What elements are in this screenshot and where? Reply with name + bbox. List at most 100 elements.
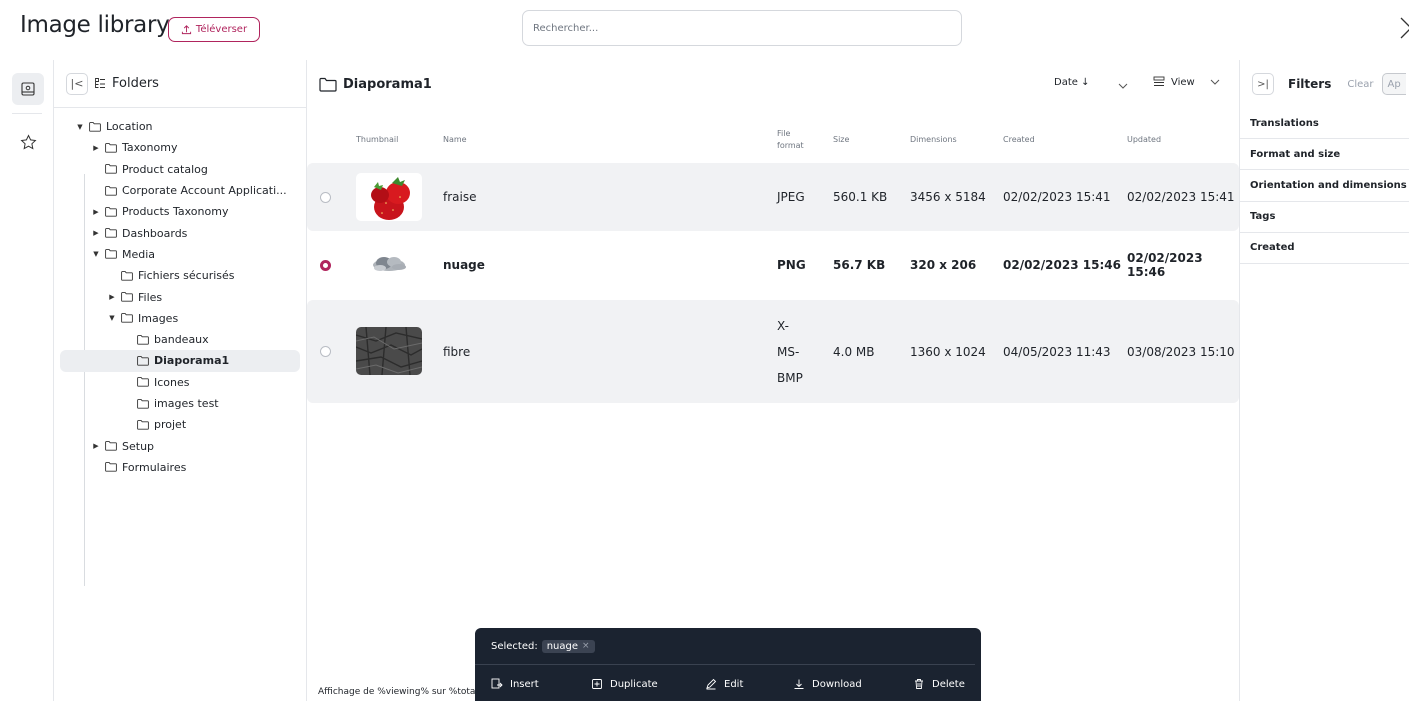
row-name[interactable]: fibre: [443, 300, 470, 403]
folder-tree-node[interactable]: Icones: [54, 372, 306, 393]
edit-label: Edit: [724, 678, 744, 690]
chip-remove-icon[interactable]: ×: [582, 641, 590, 651]
table-row[interactable]: fibre X- MS- BMP 4.0 MB 1360 x 1024 04/0…: [307, 300, 1239, 403]
column-header-file-format-line2: format: [777, 141, 804, 150]
folder-tree-node[interactable]: Product catalog: [54, 159, 306, 180]
row-select-radio[interactable]: [320, 192, 331, 203]
folder-icon: [105, 228, 117, 238]
folder-tree-node-label: Fichiers sécurisés: [138, 269, 235, 283]
filter-orientation-and-dimensions[interactable]: Orientation and dimensions: [1240, 170, 1409, 202]
caret-right-icon[interactable]: ▶: [91, 144, 101, 152]
collapse-tree-button[interactable]: |<: [66, 72, 88, 95]
view-dropdown[interactable]: View: [1153, 76, 1221, 88]
column-header-size[interactable]: Size: [833, 120, 849, 160]
folder-tree-node[interactable]: ▶ Products Taxonomy: [54, 201, 306, 222]
folder-tree-node[interactable]: images test: [54, 393, 306, 414]
folder-tree-node-label: Images: [138, 311, 179, 325]
row-select-radio[interactable]: [320, 260, 331, 271]
row-name[interactable]: nuage: [443, 231, 485, 299]
upload-button[interactable]: Téléverser: [168, 17, 260, 42]
filter-translations[interactable]: Translations: [1240, 108, 1409, 140]
table-row[interactable]: fraise JPEG 560.1 KB 3456 x 5184 02/02/2…: [307, 163, 1239, 231]
folder-tree-node[interactable]: Corporate Account Applicati...: [54, 180, 306, 201]
folder-icon: [137, 334, 149, 345]
folder-tree-node[interactable]: ▼ Location: [54, 116, 306, 137]
duplicate-label: Duplicate: [610, 678, 658, 690]
row-select-radio[interactable]: [320, 346, 331, 357]
row-updated: 02/02/2023 15:41: [1127, 190, 1235, 204]
search-box[interactable]: [522, 10, 962, 46]
folder-tree-node-label: Diaporama1: [154, 354, 230, 368]
filters-panel: >| Filters Clear Ap Translations Format …: [1239, 60, 1409, 701]
caret-right-icon[interactable]: ▶: [91, 442, 101, 450]
folder-tree-node[interactable]: bandeaux: [54, 329, 306, 350]
caret-right-icon[interactable]: ▶: [107, 293, 117, 301]
column-header-name[interactable]: Name: [443, 120, 467, 160]
folder-tree-node[interactable]: ▼ Images: [54, 308, 306, 329]
folder-tree-node-label: Corporate Account Applicati...: [122, 184, 287, 198]
column-header-dimensions[interactable]: Dimensions: [910, 120, 957, 160]
folder-icon: [137, 377, 149, 387]
folder-tree: ▼ Location ▶ Taxonomy Product catalog Corpora…: [54, 108, 306, 586]
delete-button[interactable]: Delete: [913, 672, 965, 696]
upload-button-label: Téléverser: [195, 24, 248, 35]
folder-tree-node-label: Taxonomy: [122, 141, 178, 155]
folder-tree-node[interactable]: projet: [54, 414, 306, 435]
selected-chip[interactable]: nuage ×: [541, 639, 595, 653]
row-size: 56.7 KB: [833, 258, 886, 272]
rail-library-button[interactable]: [12, 73, 44, 105]
download-button[interactable]: Download: [793, 672, 862, 696]
clear-filters-button[interactable]: Clear: [1347, 79, 1373, 90]
view-label: View: [1171, 76, 1195, 88]
folder-tree-node-label: Dashboards: [122, 226, 188, 240]
folder-tree-node-label: bandeaux: [154, 333, 209, 347]
folder-tree-node[interactable]: Fichiers sécurisés: [54, 265, 306, 286]
folder-tree-node[interactable]: ▶ Dashboards: [54, 222, 306, 243]
folder-icon: [89, 121, 101, 132]
folder-tree-node[interactable]: ▼ Media: [54, 244, 306, 265]
filter-created[interactable]: Created: [1240, 233, 1409, 264]
folder-icon: [121, 270, 133, 281]
search-input[interactable]: [533, 22, 951, 34]
folder-tree-node[interactable]: ▶ Files: [54, 286, 306, 307]
column-header-created[interactable]: Created: [1003, 120, 1035, 160]
sort-dropdown[interactable]: Date ↓: [1054, 77, 1089, 88]
folder-tree-node[interactable]: Formulaires: [54, 457, 306, 478]
insert-button[interactable]: Insert: [491, 672, 539, 696]
folder-icon: [105, 164, 117, 174]
star-icon: [19, 133, 37, 150]
row-name[interactable]: fraise: [443, 163, 476, 231]
caret-down-icon[interactable]: ▼: [91, 250, 101, 258]
folder-tree-node[interactable]: ▶ Taxonomy: [54, 137, 306, 158]
selected-label: Selected:: [491, 640, 538, 652]
column-header-updated[interactable]: Updated: [1127, 120, 1161, 160]
folder-tree-node-label: Formulaires: [122, 460, 187, 474]
caret-right-icon[interactable]: ▶: [91, 208, 101, 216]
caret-down-icon[interactable]: ▼: [75, 123, 85, 131]
folder-tree-node-label: projet: [154, 418, 187, 432]
folder-tree-node-label: Media: [122, 247, 156, 261]
edit-button[interactable]: Edit: [705, 672, 743, 696]
apply-filters-button[interactable]: Ap: [1381, 73, 1406, 95]
close-panel-icon[interactable]: [1399, 16, 1409, 40]
rail-favorites-button[interactable]: [12, 126, 44, 158]
caret-down-icon[interactable]: ▼: [107, 314, 117, 322]
trash-icon: [915, 679, 923, 689]
column-header-file-format[interactable]: File format: [777, 120, 804, 160]
duplicate-button[interactable]: Duplicate: [591, 672, 658, 696]
filter-tags[interactable]: Tags: [1240, 202, 1409, 233]
folder-tree-node[interactable]: Diaporama1: [60, 350, 300, 372]
row-dimensions: 3456 x 5184: [910, 190, 986, 204]
caret-right-icon[interactable]: ▶: [91, 229, 101, 237]
chevron-down-icon[interactable]: [1117, 80, 1129, 92]
folder-tree-node[interactable]: ▶ Setup: [54, 435, 306, 456]
collapse-filters-button[interactable]: >|: [1252, 73, 1274, 95]
folder-tree-title: Folders: [112, 76, 159, 91]
row-format: JPEG: [777, 190, 805, 204]
row-dimensions: 320 x 206: [910, 258, 977, 272]
row-format-line: MS-: [777, 344, 800, 359]
filter-format-and-size[interactable]: Format and size: [1240, 139, 1409, 171]
table-row[interactable]: nuage PNG 56.7 KB 320 x 206 02/02/2023 1…: [307, 231, 1239, 299]
folder-icon: [121, 292, 133, 302]
folder-icon: [105, 143, 117, 153]
